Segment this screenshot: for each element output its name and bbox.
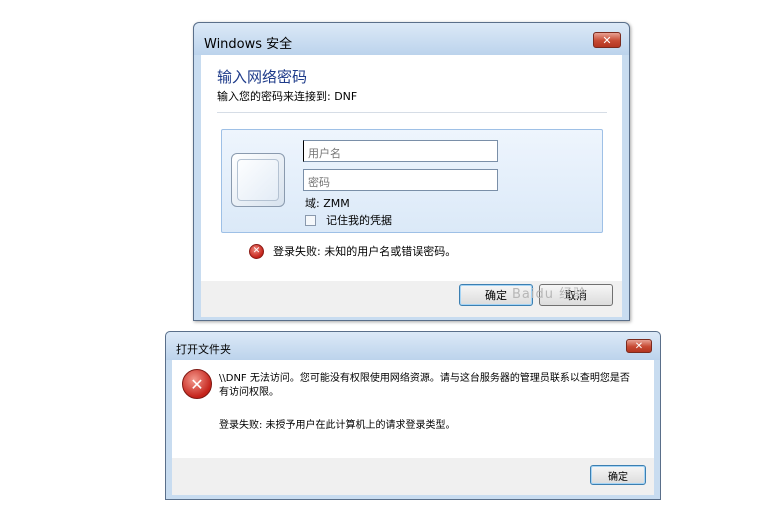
- open-folder-titlebar[interactable]: 打开文件夹 ✕: [166, 332, 660, 360]
- password-input[interactable]: [303, 169, 498, 191]
- domain-label: 域: ZMM: [305, 197, 350, 210]
- close-icon[interactable]: ✕: [626, 339, 652, 353]
- dialog-heading: 输入网络密码: [217, 68, 308, 86]
- login-failure-detail: 登录失败: 未授予用户在此计算机上的请求登录类型。: [219, 420, 456, 431]
- windows-security-dialog: Windows 安全 ✕ 输入网络密码 输入您的密码来连接到: DNF 域: Z…: [193, 22, 630, 321]
- credential-panel: 域: ZMM 记住我的凭据: [221, 129, 603, 233]
- access-error-message: \\DNF 无法访问。您可能没有权限使用网络资源。请与这台服务器的管理员联系以查…: [219, 373, 630, 398]
- divider: [217, 112, 607, 113]
- error-icon: ✕: [249, 243, 264, 259]
- remember-checkbox[interactable]: [305, 214, 316, 226]
- remember-label: 记住我的凭据: [326, 214, 392, 227]
- ok-button[interactable]: 确定: [590, 465, 646, 485]
- open-folder-buttonbar: 确定: [172, 458, 654, 495]
- login-error-text: 登录失败: 未知的用户名或错误密码。: [273, 245, 457, 258]
- security-dialog-title: Windows 安全: [204, 37, 293, 52]
- watermark-logo: Baidu 经验: [512, 287, 588, 302]
- open-folder-error-dialog: 打开文件夹 ✕ ✕ \\DNF 无法访问。您可能没有权限使用网络资源。请与这台服…: [165, 331, 661, 500]
- error-icon: ✕: [182, 369, 212, 399]
- open-folder-title: 打开文件夹: [176, 343, 231, 356]
- login-error: ✕ 登录失败: 未知的用户名或错误密码。: [249, 243, 456, 259]
- dialog-subheading: 输入您的密码来连接到: DNF: [217, 90, 358, 103]
- close-icon[interactable]: ✕: [593, 32, 621, 48]
- username-input[interactable]: [303, 140, 498, 162]
- remember-credentials-option[interactable]: 记住我的凭据: [305, 212, 392, 228]
- open-folder-content: ✕ \\DNF 无法访问。您可能没有权限使用网络资源。请与这台服务器的管理员联系…: [172, 360, 654, 458]
- user-tile-icon: [231, 153, 285, 207]
- security-dialog-titlebar[interactable]: Windows 安全 ✕: [194, 23, 629, 55]
- security-dialog-content: 输入网络密码 输入您的密码来连接到: DNF 域: ZMM 记住我的凭据 ✕ 登…: [201, 55, 622, 281]
